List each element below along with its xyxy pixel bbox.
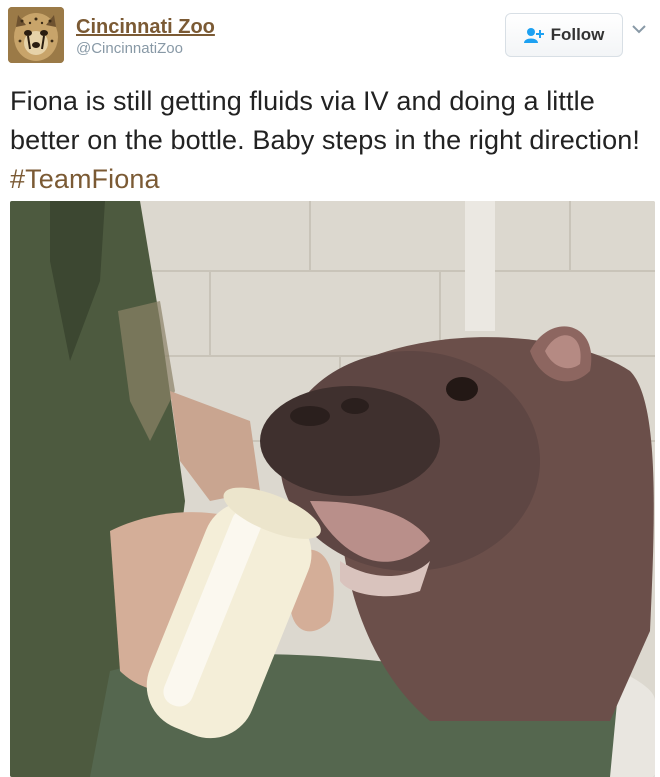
tweet-header: Cincinnati Zoo @CincinnatiZoo Follow — [6, 4, 654, 66]
cheetah-avatar-icon[interactable] — [8, 7, 64, 63]
tweet-card: Cincinnati Zoo @CincinnatiZoo Follow Fio… — [0, 0, 660, 777]
hashtag-link[interactable]: #TeamFiona — [10, 164, 160, 194]
account-name[interactable]: Cincinnati Zoo — [76, 16, 215, 39]
follow-label: Follow — [550, 25, 605, 44]
account-handle[interactable]: @CincinnatiZoo — [76, 40, 183, 57]
follow-button[interactable]: Follow — [505, 13, 623, 57]
tweet-text: Fiona is still getting fluids via IV and… — [10, 82, 655, 199]
tweet-photo[interactable] — [10, 201, 655, 777]
add-user-icon — [523, 27, 544, 43]
chevron-down-icon[interactable] — [630, 22, 648, 36]
tweet-body: Fiona is still getting fluids via IV and… — [10, 86, 640, 155]
